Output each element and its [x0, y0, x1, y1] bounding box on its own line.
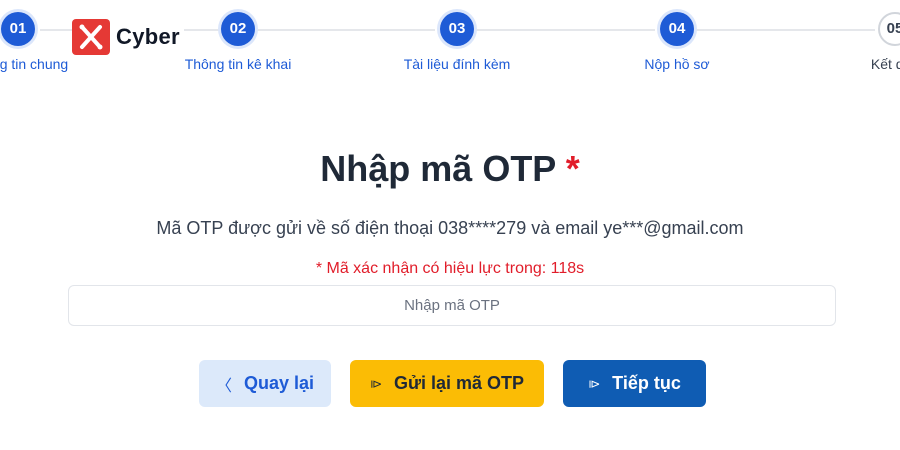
step-number: 01 [1, 12, 35, 46]
otp-input[interactable] [68, 285, 836, 326]
continue-button[interactable]: ⧐ Tiếp tục [563, 360, 706, 407]
required-mark: * [565, 148, 580, 189]
brand-logo: Cyber [72, 19, 184, 55]
step-number: 04 [660, 12, 694, 46]
step-number: 03 [440, 12, 474, 46]
resend-button-label: Gửi lại mã OTP [393, 373, 525, 393]
chevron-left-icon: 〈 [215, 377, 232, 395]
continue-button-label: Tiếp tục [612, 373, 681, 393]
resend-otp-button[interactable]: ⧐ Gửi lại mã OTP [350, 360, 544, 407]
title-text: Nhập mã OTP [320, 148, 556, 189]
step-number: 05 [878, 12, 900, 46]
step-label: Nộp hồ sơ [644, 56, 710, 72]
step-label: Tài liệu đính kèm [403, 56, 511, 72]
logo-text: Cyber [116, 24, 180, 49]
back-button-label: Quay lại [243, 373, 315, 393]
otp-timer: * Mã xác nhận có hiệu lực trong: 118s [315, 260, 585, 277]
skip-next-icon: ⧐ [588, 376, 601, 391]
page-title: Nhập mã OTP * [0, 148, 900, 190]
step-result[interactable]: 05 Kết quả [805, 12, 900, 72]
cyber-logo-icon [72, 19, 110, 55]
otp-description: Mã OTP được gửi về số điện thoại 038****… [156, 218, 744, 238]
back-button[interactable]: 〈 Quay lại [199, 360, 331, 407]
step-number: 02 [221, 12, 255, 46]
step-attachments[interactable]: 03 Tài liệu đính kèm [367, 12, 547, 72]
step-label: Kết quả [870, 56, 900, 72]
step-label: Thông tin kê khai [184, 56, 292, 72]
step-submit[interactable]: 04 Nộp hồ sơ [587, 12, 767, 72]
step-label: Thông tin chung [0, 56, 69, 72]
skip-next-icon: ⧐ [369, 376, 382, 391]
